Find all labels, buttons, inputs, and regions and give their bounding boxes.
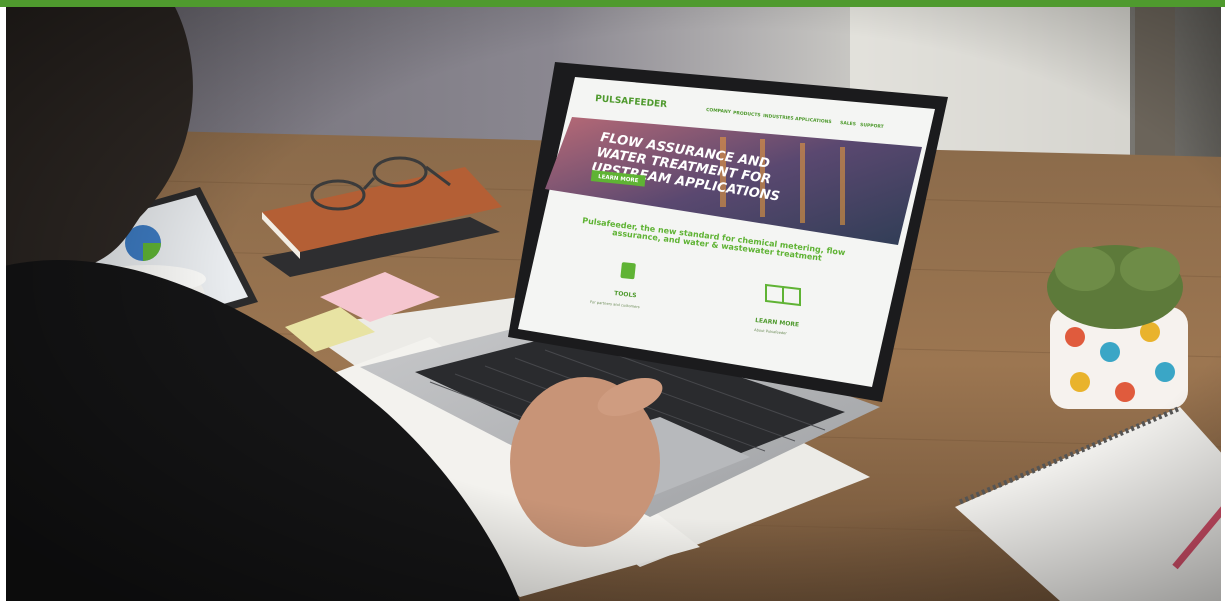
left-border bbox=[0, 7, 6, 601]
scene: PULSAFEEDER COMPANY PRODUCTS INDUSTRIES … bbox=[0, 0, 1225, 601]
right-border bbox=[1221, 7, 1225, 601]
calculator-icon bbox=[620, 262, 636, 280]
workspace-photo: PULSAFEEDER COMPANY PRODUCTS INDUSTRIES … bbox=[0, 7, 1225, 601]
brand-top-bar bbox=[0, 0, 1225, 7]
